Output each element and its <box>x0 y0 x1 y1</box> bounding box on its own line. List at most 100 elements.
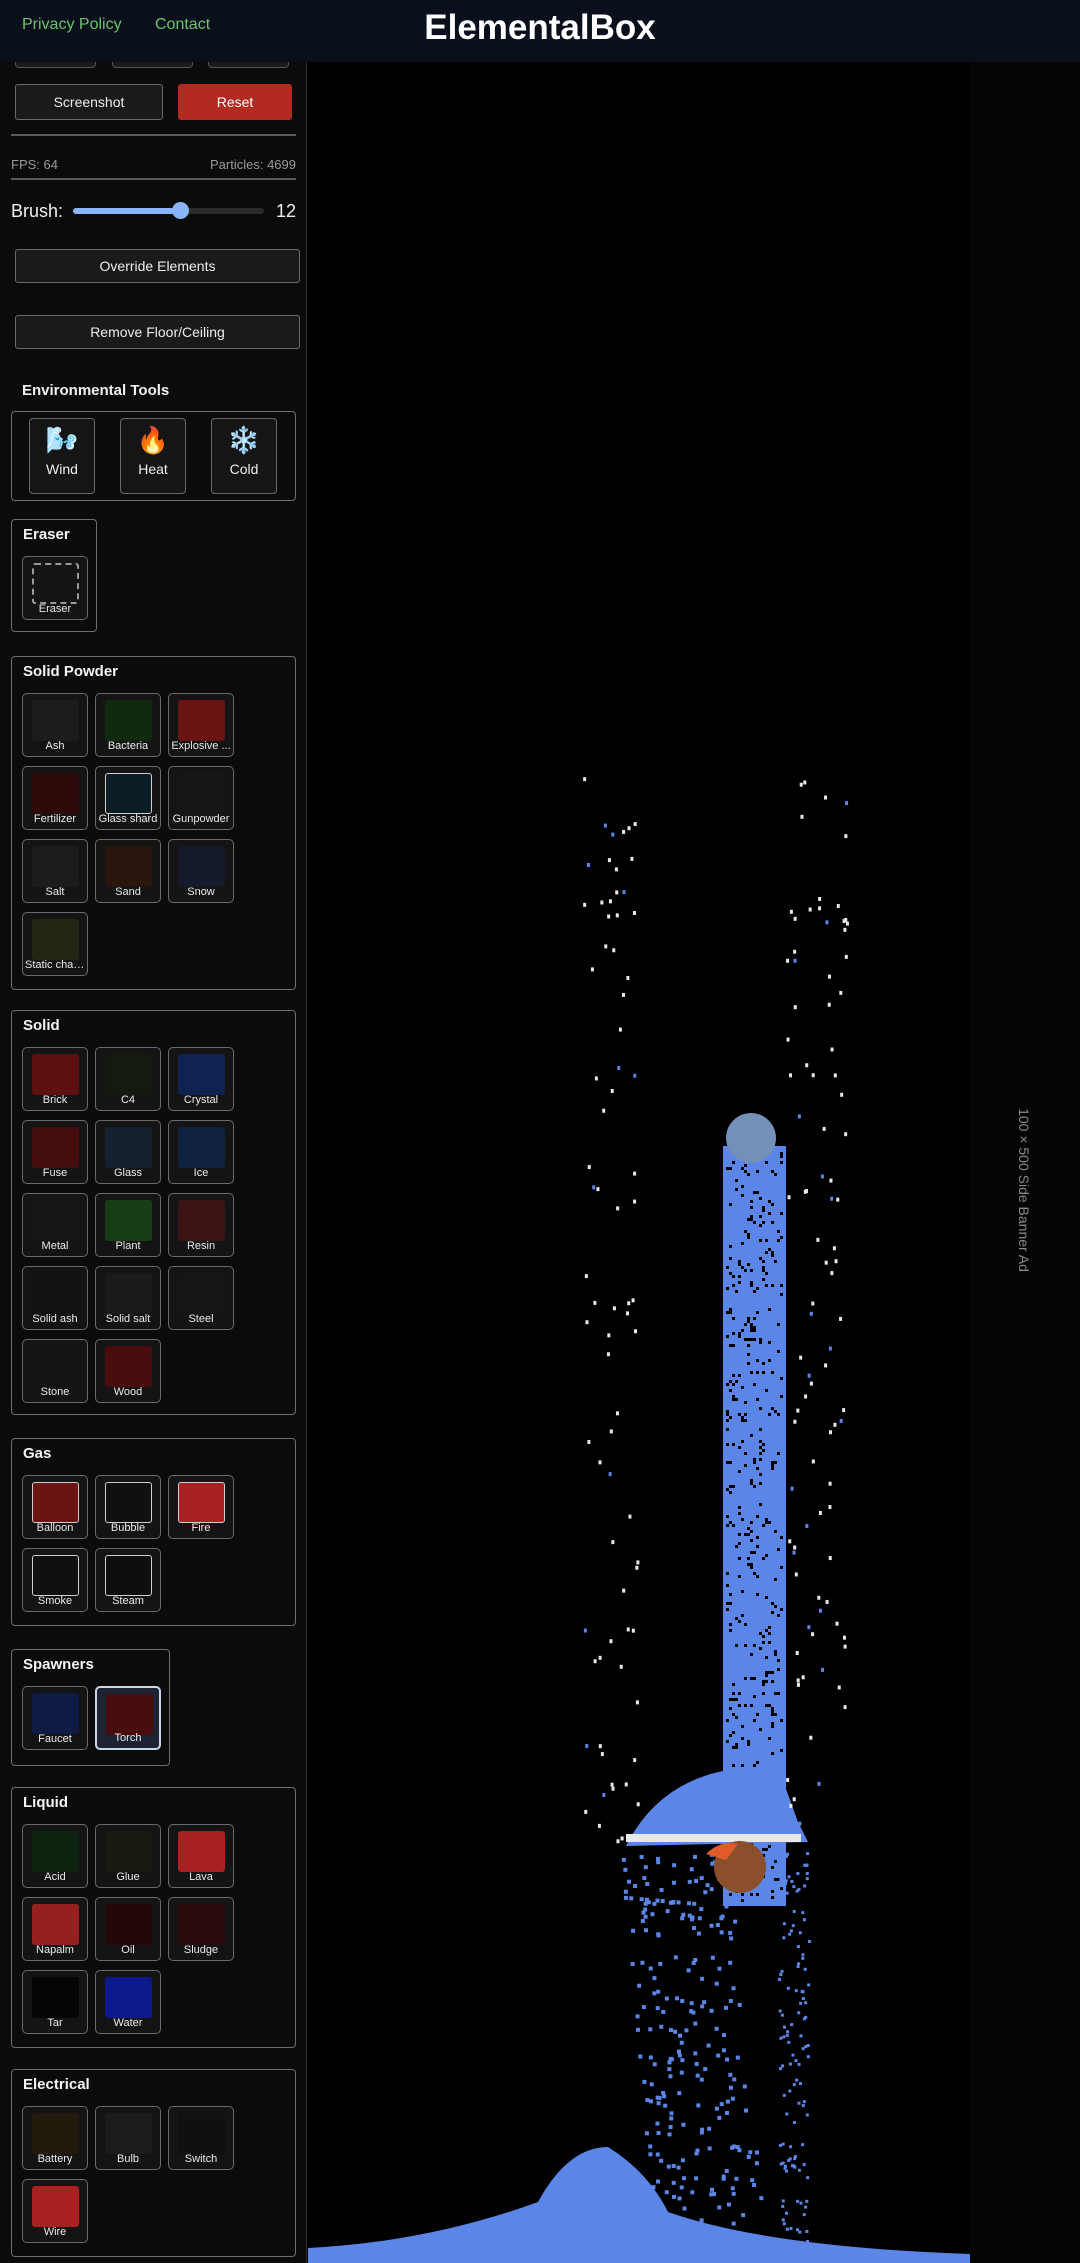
element-swatch <box>178 2113 225 2154</box>
element-crystal[interactable]: Crystal <box>168 1047 234 1111</box>
brush-size-slider[interactable] <box>73 202 264 219</box>
element-wood[interactable]: Wood <box>95 1339 161 1403</box>
element-explosive[interactable]: Explosive ... <box>168 693 234 757</box>
element-static-char[interactable]: Static char... <box>22 912 88 976</box>
water-droplet <box>656 2131 661 2136</box>
hidden-button-stub[interactable] <box>15 62 96 68</box>
water-gap <box>738 1512 741 1515</box>
element-ice[interactable]: Ice <box>168 1120 234 1184</box>
element-eraser[interactable]: Eraser <box>22 556 88 620</box>
element-bulb[interactable]: Bulb <box>95 2106 161 2170</box>
steam-particle <box>596 1187 600 1192</box>
hidden-button-stub[interactable] <box>208 62 289 68</box>
element-steam[interactable]: Steam <box>95 1548 161 1612</box>
remove-floor-ceiling-button[interactable]: Remove Floor/Ceiling <box>15 315 300 349</box>
water-droplet <box>717 2205 722 2210</box>
element-wire[interactable]: Wire <box>22 2179 88 2243</box>
sidebar[interactable]: Screenshot Reset FPS: 64 Particles: 4699… <box>0 62 307 2263</box>
override-elements-button[interactable]: Override Elements <box>15 249 300 283</box>
element-napalm[interactable]: Napalm <box>22 1897 88 1961</box>
element-torch[interactable]: Torch <box>95 1686 161 1750</box>
steam-particle <box>603 823 607 828</box>
element-glue[interactable]: Glue <box>95 1824 161 1888</box>
element-plant[interactable]: Plant <box>95 1193 161 1257</box>
element-switch[interactable]: Switch <box>168 2106 234 2170</box>
element-steel[interactable]: Steel <box>168 1266 234 1330</box>
element-stone[interactable]: Stone <box>22 1339 88 1403</box>
element-water[interactable]: Water <box>95 1970 161 2034</box>
water-gap <box>780 1536 783 1539</box>
steam-particle <box>843 927 847 932</box>
element-solid-salt[interactable]: Solid salt <box>95 1266 161 1330</box>
element-metal[interactable]: Metal <box>22 1193 88 1257</box>
element-battery[interactable]: Battery <box>22 2106 88 2170</box>
simulation-canvas[interactable] <box>308 62 970 2263</box>
element-swatch <box>178 846 225 887</box>
steam-particle <box>804 1394 808 1399</box>
element-sand[interactable]: Sand <box>95 839 161 903</box>
element-tar[interactable]: Tar <box>22 1970 88 2034</box>
element-balloon[interactable]: Balloon <box>22 1475 88 1539</box>
steam-particle <box>620 1836 624 1841</box>
water-droplet <box>729 1936 734 1941</box>
reset-button[interactable]: Reset <box>178 84 292 120</box>
water-gap <box>744 1704 747 1707</box>
water-gap <box>738 1260 741 1263</box>
element-fire[interactable]: Fire <box>168 1475 234 1539</box>
water-droplet <box>665 1909 670 1914</box>
water-gap <box>777 1323 780 1326</box>
element-smoke[interactable]: Smoke <box>22 1548 88 1612</box>
element-swatch <box>32 1693 79 1734</box>
element-fertilizer[interactable]: Fertilizer <box>22 766 88 830</box>
element-label: Explosive ... <box>171 740 231 752</box>
water-gap <box>738 1275 741 1278</box>
element-glass[interactable]: Glass <box>95 1120 161 1184</box>
element-salt[interactable]: Salt <box>22 839 88 903</box>
water-gap <box>777 1452 780 1455</box>
element-gunpowder[interactable]: Gunpowder <box>168 766 234 830</box>
element-ash[interactable]: Ash <box>22 693 88 757</box>
water-gap <box>753 1764 756 1767</box>
hidden-button-stub[interactable] <box>112 62 193 68</box>
slider-thumb[interactable] <box>171 202 189 219</box>
water-droplet <box>690 2190 695 2195</box>
wind-tool[interactable]: 🌬️ Wind <box>29 418 95 494</box>
screenshot-button[interactable]: Screenshot <box>15 84 163 120</box>
element-bacteria[interactable]: Bacteria <box>95 693 161 757</box>
steam-particle <box>803 780 807 785</box>
steam-particle <box>843 1705 847 1710</box>
water-gap <box>738 1575 741 1578</box>
element-bubble[interactable]: Bubble <box>95 1475 161 1539</box>
cold-tool[interactable]: ❄️ Cold <box>211 418 277 494</box>
water-droplet <box>782 2025 786 2029</box>
element-faucet[interactable]: Faucet <box>22 1686 88 1750</box>
element-sludge[interactable]: Sludge <box>168 1897 234 1961</box>
element-snow[interactable]: Snow <box>168 839 234 903</box>
heat-tool[interactable]: 🔥 Heat <box>120 418 186 494</box>
water-gap <box>732 1284 735 1287</box>
element-glass-shard[interactable]: Glass shard <box>95 766 161 830</box>
steam-particle <box>830 1196 834 1201</box>
water-droplet <box>689 2001 694 2006</box>
water-gap <box>744 1338 747 1341</box>
element-resin[interactable]: Resin <box>168 1193 234 1257</box>
water-gap <box>756 1536 759 1539</box>
element-c4[interactable]: C4 <box>95 1047 161 1111</box>
water-gap <box>747 1338 750 1341</box>
element-solid-ash[interactable]: Solid ash <box>22 1266 88 1330</box>
element-oil[interactable]: Oil <box>95 1897 161 1961</box>
side-banner-ad: 100 × 500 Side Banner Ad <box>1016 1108 1032 1272</box>
water-gap <box>726 1266 729 1269</box>
steam-particle <box>820 1174 824 1179</box>
water-gap <box>765 1848 768 1851</box>
steam-particle <box>631 1628 635 1633</box>
water-gap <box>726 1602 729 1605</box>
water-droplet <box>806 2176 810 2180</box>
element-lava[interactable]: Lava <box>168 1824 234 1888</box>
water-droplet <box>643 1914 648 1919</box>
element-swatch <box>105 1555 152 1596</box>
element-acid[interactable]: Acid <box>22 1824 88 1888</box>
water-gap <box>780 1608 783 1611</box>
element-fuse[interactable]: Fuse <box>22 1120 88 1184</box>
element-brick[interactable]: Brick <box>22 1047 88 1111</box>
